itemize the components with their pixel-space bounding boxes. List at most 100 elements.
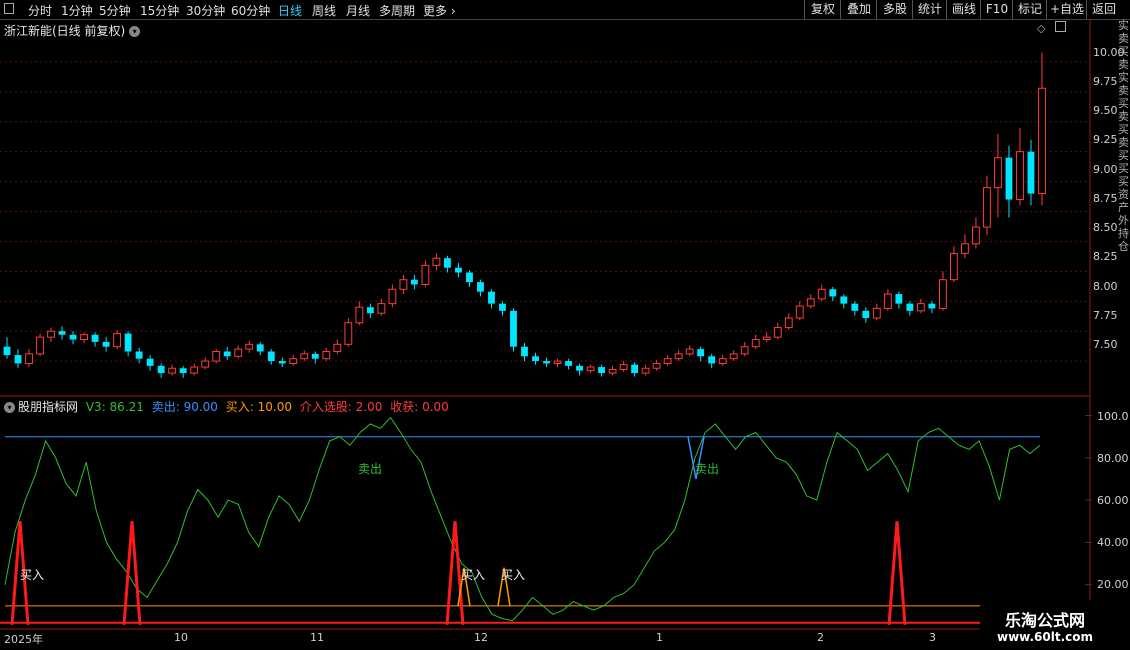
candle-body <box>234 348 243 357</box>
candle-body <box>532 356 539 362</box>
candle-body <box>740 346 749 355</box>
candle-body <box>212 350 221 362</box>
candle-body <box>608 368 617 374</box>
candle-body <box>652 362 661 369</box>
sell-signal-label: 卖出 <box>695 462 720 476</box>
candle-body <box>223 351 231 357</box>
date-label: 12 <box>474 631 488 644</box>
candle-body <box>641 367 650 374</box>
date-label: 2 <box>817 631 824 644</box>
candle-body <box>916 303 925 312</box>
date-label: 3 <box>929 631 936 644</box>
candle-body <box>983 187 991 228</box>
candle-body <box>477 282 484 292</box>
price-tick: 7.50 <box>1093 338 1118 351</box>
candle-body <box>906 303 914 311</box>
candle-body <box>576 365 583 371</box>
candle-body <box>510 310 517 347</box>
candle-body <box>113 333 122 348</box>
candle-body <box>840 296 848 304</box>
candle-body <box>3 346 11 356</box>
price-tick: 9.50 <box>1093 104 1118 117</box>
candle-body <box>256 344 264 352</box>
candle-body <box>278 361 286 364</box>
candle-body <box>1005 157 1013 200</box>
price-tick: 9.75 <box>1093 75 1118 88</box>
candle-body <box>521 346 528 357</box>
candle-body <box>1016 151 1024 201</box>
candle-body <box>950 252 958 281</box>
candle-body <box>499 303 506 311</box>
candle-body <box>311 353 319 359</box>
candle-body <box>300 353 309 360</box>
candle-body <box>938 279 947 309</box>
candle-body <box>47 330 55 338</box>
candle-body <box>58 331 66 335</box>
candle-body <box>762 336 771 341</box>
candle-body <box>872 307 881 319</box>
candle-body <box>333 343 342 352</box>
candle-body <box>708 356 716 364</box>
candle-body <box>102 341 110 347</box>
right-info-strip: 实卖买卖实卖买卖买卖买买买资产外持仓 <box>1118 19 1129 253</box>
candle-body <box>466 272 473 283</box>
candle-body <box>663 358 672 364</box>
price-tick: 8.00 <box>1093 280 1118 293</box>
candle-body <box>377 303 386 314</box>
candle-body <box>267 351 275 362</box>
date-label: 2025年 <box>4 633 43 646</box>
candle-body <box>14 355 22 364</box>
sell-signal-label: 卖出 <box>358 462 383 476</box>
watermark-title: 乐淘公式网 <box>1004 611 1085 630</box>
candle-body <box>355 306 364 324</box>
candle-body <box>697 349 705 357</box>
candle-body <box>245 343 254 350</box>
candle-body <box>410 279 418 285</box>
candle-body <box>928 303 936 309</box>
candle-body <box>201 360 210 368</box>
candle-body <box>565 361 572 366</box>
candle-body <box>795 305 804 319</box>
candle-body <box>674 353 683 360</box>
candle-body <box>773 327 782 338</box>
candle-body <box>344 322 353 345</box>
candle-body <box>598 367 605 374</box>
chart-canvas[interactable] <box>0 0 1130 650</box>
candle-body <box>718 358 727 364</box>
candle-body <box>1027 151 1035 194</box>
price-tick: 9.25 <box>1093 133 1118 146</box>
candle-body <box>421 264 430 285</box>
candle-body <box>961 243 969 254</box>
candle-body <box>168 367 177 374</box>
candle-body <box>91 334 99 342</box>
candle-body <box>862 310 870 318</box>
ind-tick: 100.0 <box>1097 410 1129 423</box>
candle-body <box>829 289 837 297</box>
candle-body <box>124 333 132 352</box>
ind-tick: 40.00 <box>1097 536 1129 549</box>
candle-body <box>80 334 88 341</box>
candle-body <box>399 279 408 290</box>
candle-body <box>289 358 298 364</box>
buy-signal-label: 买入 <box>461 568 486 582</box>
price-tick: 7.75 <box>1093 309 1118 322</box>
ind-tick: 20.00 <box>1097 578 1129 591</box>
price-tick: 8.25 <box>1093 250 1118 263</box>
candle-body <box>631 364 639 374</box>
candle-body <box>994 157 1002 189</box>
candle-body <box>488 291 495 304</box>
candle-body <box>1038 87 1046 195</box>
ind-tick: 80.00 <box>1097 452 1129 465</box>
candle-body <box>179 368 187 374</box>
candle-body <box>784 317 793 329</box>
candle-body <box>135 351 143 359</box>
candle-body <box>685 348 694 355</box>
candle-body <box>543 361 550 364</box>
candle-body <box>972 226 980 245</box>
candle-body <box>190 366 199 374</box>
v3-oscillator-line <box>4 416 1041 622</box>
candle-body <box>751 339 760 348</box>
candle-body <box>806 298 815 307</box>
pick-signal-spike <box>122 521 142 626</box>
candle-body <box>895 294 903 304</box>
